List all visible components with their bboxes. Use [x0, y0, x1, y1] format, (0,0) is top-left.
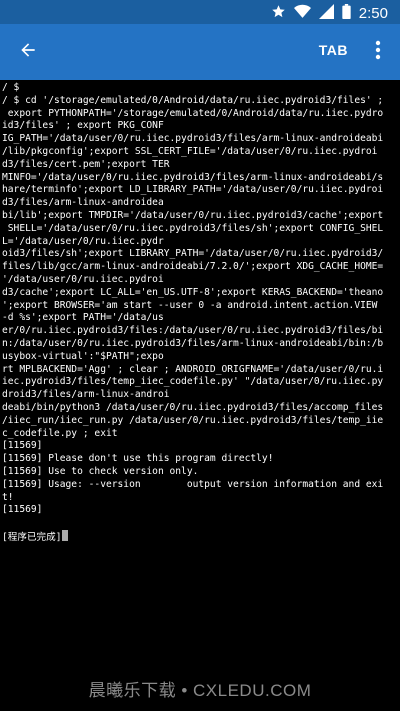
terminal-line: / $ cd '/storage/emulated/0/Android/data… [2, 94, 384, 106]
wifi-icon [293, 4, 311, 24]
terminal-line: d3/cache';export LC_ALL='en_US.UTF-8';ex… [2, 286, 384, 298]
terminal-line: hare/terminfo';export LD_LIBRARY_PATH='/… [2, 184, 384, 196]
signal-icon [318, 4, 334, 24]
terminal-line: n:/data/user/0/ru.iiec.pydroid3/files/ar… [2, 337, 384, 349]
back-button[interactable] [12, 36, 44, 68]
more-options-button[interactable] [366, 36, 390, 68]
terminal-line: rt MPLBACKEND='Agg' ; clear ; ANDROID_OR… [2, 363, 384, 375]
terminal-line: SHELL='/data/user/0/ru.iiec.pydroid3/fil… [2, 222, 384, 234]
status-time: 2:50 [358, 5, 388, 22]
terminal-line: -d %s';export PATH='/data/us [2, 312, 164, 324]
terminal-line: er/0/ru.iiec.pydroid3/files:/data/user/0… [2, 325, 384, 337]
terminal-line: id3/files' ; export PKG_CONF [2, 120, 164, 132]
terminal-line: c_codefile.py ; exit [2, 427, 118, 439]
terminal-line: /iiec_run/iiec_run.py /data/user/0/ru.ii… [2, 414, 384, 426]
terminal-line: t! [2, 491, 14, 503]
terminal-line: deabi/bin/python3 /data/user/0/ru.iiec.p… [2, 401, 384, 413]
terminal-line: droid3/files/arm-linux-androi [2, 389, 170, 401]
terminal-line: [程序已完成] [2, 529, 398, 545]
terminal-line: [11569] [2, 504, 43, 516]
terminal-line: /lib/pkgconfig';export SSL_CERT_FILE='/d… [2, 145, 378, 157]
terminal-line: files/lib/gcc/arm-linux-androideabi/7.2.… [2, 261, 384, 273]
status-bar: 2:50 [0, 0, 400, 24]
terminal-line: d3/files/cert.pem';export TER [2, 158, 170, 170]
terminal-line: oid3/files/sh';export LIBRARY_PATH='/dat… [2, 248, 384, 260]
terminal-line: MINFO='/data/user/0/ru.iiec.pydroid3/fil… [2, 171, 384, 183]
star-icon [271, 4, 286, 24]
terminal-line: '/data/user/0/ru.iiec.pydroi [2, 273, 164, 285]
app-bar: TAB [0, 24, 400, 80]
terminal-line: [11569] Please don't use this program di… [2, 453, 274, 465]
terminal-line: usybox-virtual':"$PATH";expo [2, 350, 164, 362]
status-icons: 2:50 [271, 4, 388, 24]
cursor-block [61, 529, 68, 541]
terminal-line: / $ [2, 82, 20, 93]
terminal-line: IG_PATH='/data/user/0/ru.iiec.pydroid3/f… [2, 133, 384, 145]
terminal-line: ';export BROWSER='am start --user 0 -a a… [2, 299, 378, 311]
more-vertical-icon [375, 40, 381, 65]
terminal-line: iec.pydroid3/files/temp_iiec_codefile.py… [2, 376, 384, 388]
terminal-line: [11569] Use to check version only. [2, 465, 199, 477]
tab-button[interactable]: TAB [319, 42, 348, 58]
terminal-line: [11569] Usage: --version output version … [2, 478, 384, 490]
battery-icon [342, 4, 351, 24]
terminal-line: [11569] [2, 440, 43, 452]
terminal-output[interactable]: / $ / $ cd '/storage/emulated/0/Android/d… [2, 82, 398, 642]
arrow-left-icon [18, 40, 38, 65]
watermark: 晨曦乐下载 • CXLEDU.COM [88, 681, 312, 700]
terminal-line: bi/lib';export TMPDIR='/data/user/0/ru.i… [2, 209, 384, 221]
terminal-line: d3/files/arm-linux-androidea [2, 197, 164, 209]
terminal-line: export PYTHONPATH='/storage/emulated/0/A… [2, 107, 384, 119]
terminal-line: L='/data/user/0/ru.iiec.pydr [2, 235, 164, 247]
